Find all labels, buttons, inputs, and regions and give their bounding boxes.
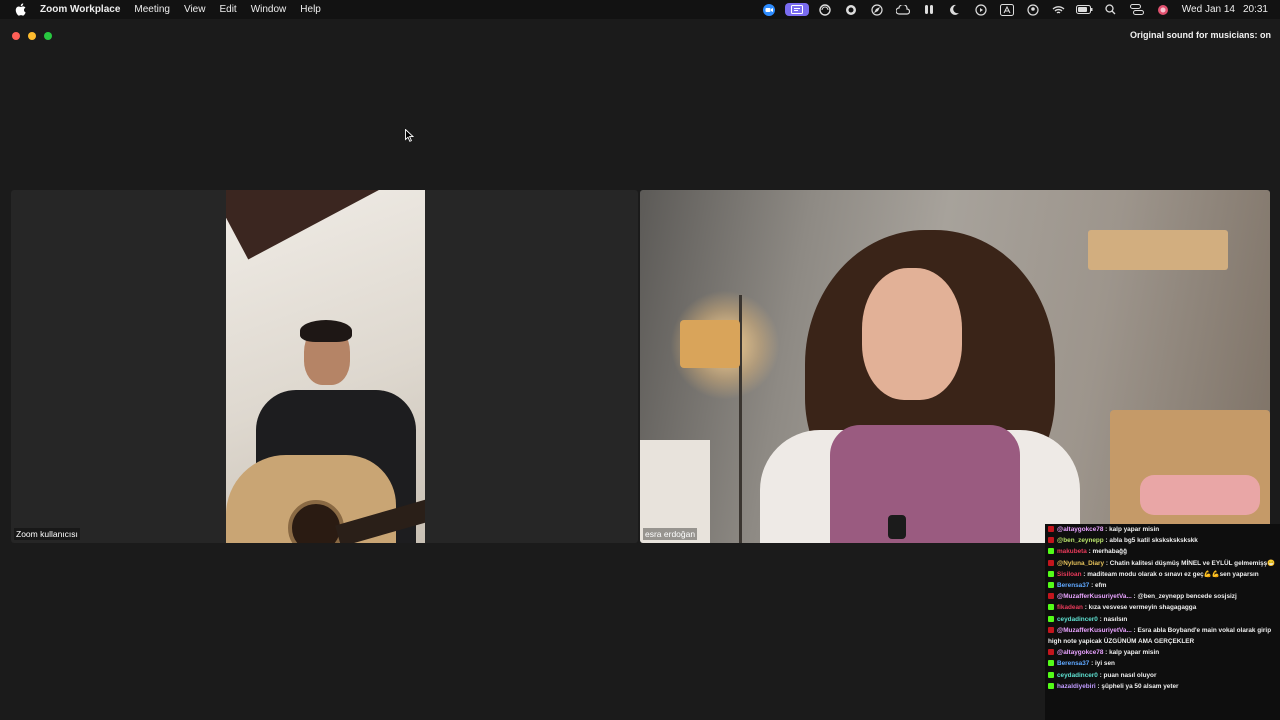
chat-text: : iyi sen xyxy=(1089,660,1115,668)
chat-username: @MuzafferKusuriyetVa... xyxy=(1057,593,1132,601)
kick-badge-icon xyxy=(1048,682,1054,689)
chat-username: hazaldiyebiri xyxy=(1057,682,1096,690)
chat-text: : merhabağğ xyxy=(1086,548,1127,556)
safari-icon[interactable] xyxy=(864,0,890,19)
chat-username: Berensa37 xyxy=(1057,582,1090,590)
apple-menu-icon[interactable] xyxy=(12,3,28,17)
kick-badge-icon xyxy=(1048,570,1054,577)
kick-badge-icon xyxy=(1048,582,1054,589)
chat-username: fikadean xyxy=(1057,604,1083,612)
menu-edit[interactable]: Edit xyxy=(212,4,243,15)
participant-tile[interactable]: Zoom kullanıcısı xyxy=(11,190,638,543)
window-controls xyxy=(12,32,52,40)
chat-message: @altaygokce78 : kalp yapar misin xyxy=(1048,647,1277,658)
zoom-icon[interactable] xyxy=(756,0,782,19)
battery-icon[interactable] xyxy=(1072,0,1098,19)
participant-name: esra erdoğan xyxy=(643,528,698,540)
youtube-badge-icon xyxy=(1048,593,1054,600)
chatgpt-icon[interactable] xyxy=(838,0,864,19)
menu-help[interactable]: Help xyxy=(293,4,328,15)
chat-text: : kalp yapar misin xyxy=(1103,526,1160,533)
control-center-icon[interactable] xyxy=(1124,0,1150,19)
chat-message: @ben_zeynepp : abla bg5 katil sksksksksk… xyxy=(1048,535,1277,546)
chat-message: @MuzafferKusuriyetVa... : Esra abla Boyb… xyxy=(1048,625,1277,647)
clock-time: 20:31 xyxy=(1242,4,1268,15)
creative-cloud-icon[interactable] xyxy=(890,0,916,19)
chat-text: : Chatin kalitesi düşmüş MİNEL ve EYLÜL … xyxy=(1104,559,1276,567)
participant-video xyxy=(640,190,1270,543)
chat-username: ceydadincer0 xyxy=(1057,615,1098,623)
chat-username: @ben_zeynepp xyxy=(1057,537,1104,545)
chat-message: makubeta : merhabağğ xyxy=(1048,546,1277,557)
chat-message-list: @altaygokce78 : kalp yapar misin @ben_zey… xyxy=(1048,524,1277,692)
chat-message: ceydadincer0 : nasılsın xyxy=(1048,614,1277,625)
chat-text: : kalp yapar misin xyxy=(1103,649,1160,657)
kick-badge-icon xyxy=(1048,604,1054,611)
youtube-badge-icon xyxy=(1048,626,1054,633)
original-sound-status[interactable]: Original sound for musicians: on xyxy=(1129,30,1271,40)
airpods-icon[interactable] xyxy=(916,0,942,19)
focus-moon-icon[interactable] xyxy=(942,0,968,19)
chat-text: : puan nasıl oluyor xyxy=(1097,671,1157,679)
chat-text: : abla bg5 katil skskskskskskk xyxy=(1103,537,1198,545)
kick-badge-icon xyxy=(1048,548,1054,555)
menu-clock[interactable]: Wed Jan 14 20:31 xyxy=(1182,4,1268,15)
chat-message: Berensa37 : efm xyxy=(1048,580,1277,591)
chat-message: ceydadincer0 : puan nasıl oluyor xyxy=(1048,670,1277,681)
wifi-icon[interactable] xyxy=(1046,0,1072,19)
chat-username: @Nyluna_Diary xyxy=(1057,559,1105,567)
search-icon[interactable] xyxy=(1098,0,1124,19)
user-icon[interactable] xyxy=(1020,0,1046,19)
chat-message: @MuzafferKusuriyetVa... : @ben_zeynepp b… xyxy=(1048,591,1277,602)
menu-window[interactable]: Window xyxy=(244,4,294,15)
mouse-cursor-icon xyxy=(405,128,415,147)
chat-text: : kıza vesvese vermeyin shagagagga xyxy=(1082,604,1197,612)
chat-username: ceydadincer0 xyxy=(1057,671,1098,679)
chat-message: @Nyluna_Diary : Chatin kalitesi düşmüş M… xyxy=(1048,558,1277,569)
kick-badge-icon xyxy=(1048,660,1054,667)
chat-username: Sisiloan xyxy=(1057,570,1082,578)
chat-username: Berensa37 xyxy=(1057,660,1090,668)
chat-message: @altaygokce78 : kalp yapar misin xyxy=(1048,524,1277,535)
chat-text: : maditeam modu olarak o sınavı ez geç💪💪… xyxy=(1081,570,1259,578)
chat-message: Berensa37 : iyi sen xyxy=(1048,658,1277,669)
youtube-badge-icon xyxy=(1048,559,1054,566)
stream-chat-overlay: @altaygokce78 : kalp yapar misin @ben_zey… xyxy=(1045,524,1280,720)
participant-name: Zoom kullanıcısı xyxy=(14,528,80,540)
status-area: Wed Jan 14 20:31 xyxy=(756,0,1268,19)
chat-username: makubeta xyxy=(1057,548,1087,556)
participant-tile[interactable]: esra erdoğan xyxy=(640,190,1270,543)
chat-message: Sisiloan : maditeam modu olarak o sınavı… xyxy=(1048,569,1277,580)
edge-icon[interactable] xyxy=(812,0,838,19)
chat-username: @altaygokce78 xyxy=(1057,649,1104,657)
menu-meeting[interactable]: Meeting xyxy=(127,4,177,15)
menu-app-name[interactable]: Zoom Workplace xyxy=(38,4,127,15)
screen-share-icon[interactable] xyxy=(782,0,812,19)
clock-date: Wed Jan 14 xyxy=(1181,4,1235,15)
siri-icon[interactable] xyxy=(1150,0,1176,19)
text-input-icon[interactable] xyxy=(994,0,1020,19)
chat-text: : @ben_zeynepp bencede sosjsizj xyxy=(1131,593,1237,601)
play-icon[interactable] xyxy=(968,0,994,19)
kick-badge-icon xyxy=(1048,615,1054,622)
youtube-badge-icon xyxy=(1048,526,1054,532)
youtube-badge-icon xyxy=(1048,537,1054,544)
chat-message: fikadean : kıza vesvese vermeyin shagaga… xyxy=(1048,602,1277,613)
chat-message: hazaldiyebiri : şüpheli ya 50 alsam yete… xyxy=(1048,681,1277,692)
participant-video xyxy=(226,190,425,543)
youtube-badge-icon xyxy=(1048,649,1054,656)
chat-username: @altaygokce78 xyxy=(1057,526,1104,533)
menu-bar: Zoom Workplace Meeting View Edit Window … xyxy=(0,0,1280,19)
chat-text: : efm xyxy=(1089,582,1107,590)
fullscreen-window-button[interactable] xyxy=(44,32,52,40)
chat-text: : şüpheli ya 50 alsam yeter xyxy=(1095,682,1179,690)
minimize-window-button[interactable] xyxy=(28,32,36,40)
chat-text: : nasılsın xyxy=(1097,615,1128,623)
kick-badge-icon xyxy=(1048,671,1054,678)
close-window-button[interactable] xyxy=(12,32,20,40)
menu-view[interactable]: View xyxy=(177,4,213,15)
chat-username: @MuzafferKusuriyetVa... xyxy=(1057,626,1132,634)
